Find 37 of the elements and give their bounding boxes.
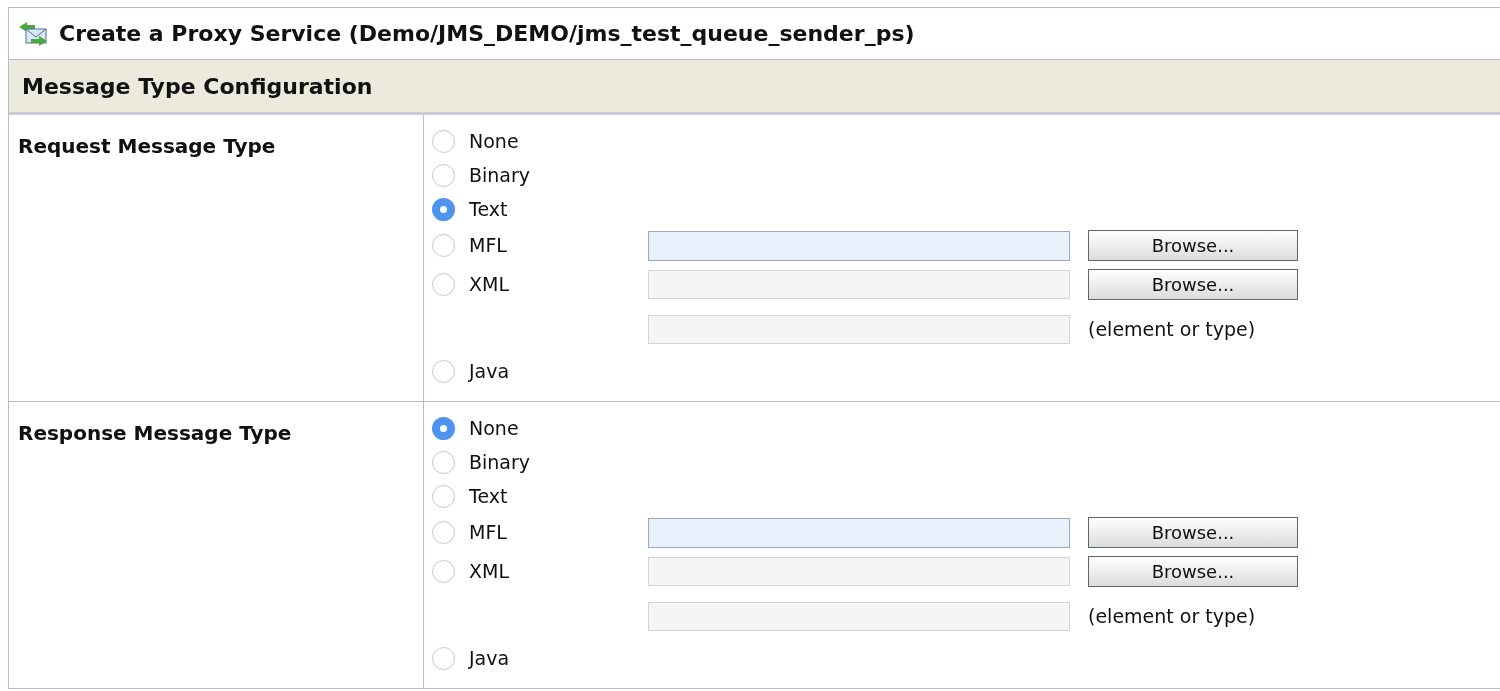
- radio-button[interactable]: [432, 359, 455, 383]
- radio-button[interactable]: [432, 646, 455, 670]
- row-label: Response Message Type: [18, 421, 292, 445]
- text-field[interactable]: [648, 230, 1070, 261]
- radio-button[interactable]: [432, 560, 455, 583]
- option-label: None: [469, 128, 519, 154]
- option-label: MFL: [469, 233, 507, 259]
- radio-button[interactable]: [432, 484, 455, 508]
- radio-button[interactable]: [432, 197, 455, 221]
- option-label: Text: [469, 483, 508, 509]
- browse-button[interactable]: Browse...: [1088, 556, 1298, 587]
- option-label: Binary: [469, 162, 531, 188]
- option-label: Binary: [469, 449, 531, 475]
- option-label: None: [469, 415, 519, 441]
- option-label: XML: [469, 272, 509, 298]
- browse-button[interactable]: Browse...: [1088, 269, 1298, 300]
- option-label: Text: [469, 196, 508, 222]
- browse-button[interactable]: Browse...: [1088, 517, 1298, 548]
- radio-button[interactable]: [432, 163, 455, 187]
- field-hint: (element or type): [1088, 316, 1256, 342]
- radio-button[interactable]: [432, 521, 455, 544]
- section-header: Message Type Configuration: [9, 60, 1500, 115]
- page-title: Create a Proxy Service (Demo/JMS_DEMO/jms_test_queue_sender_ps): [59, 20, 915, 48]
- browse-button[interactable]: Browse...: [1088, 230, 1298, 261]
- radio-button[interactable]: [432, 273, 455, 296]
- text-field[interactable]: [648, 517, 1070, 548]
- radio-button[interactable]: [432, 234, 455, 257]
- radio-button[interactable]: [432, 129, 455, 153]
- field-hint: (element or type): [1088, 603, 1256, 629]
- option-label: XML: [469, 559, 509, 585]
- envelope-arrows-icon: [17, 20, 49, 47]
- radio-button[interactable]: [432, 416, 455, 440]
- radio-button[interactable]: [432, 450, 455, 474]
- row-label: Request Message Type: [18, 134, 276, 158]
- option-label: Java: [469, 645, 510, 671]
- option-label: Java: [469, 358, 510, 384]
- option-label: MFL: [469, 520, 507, 546]
